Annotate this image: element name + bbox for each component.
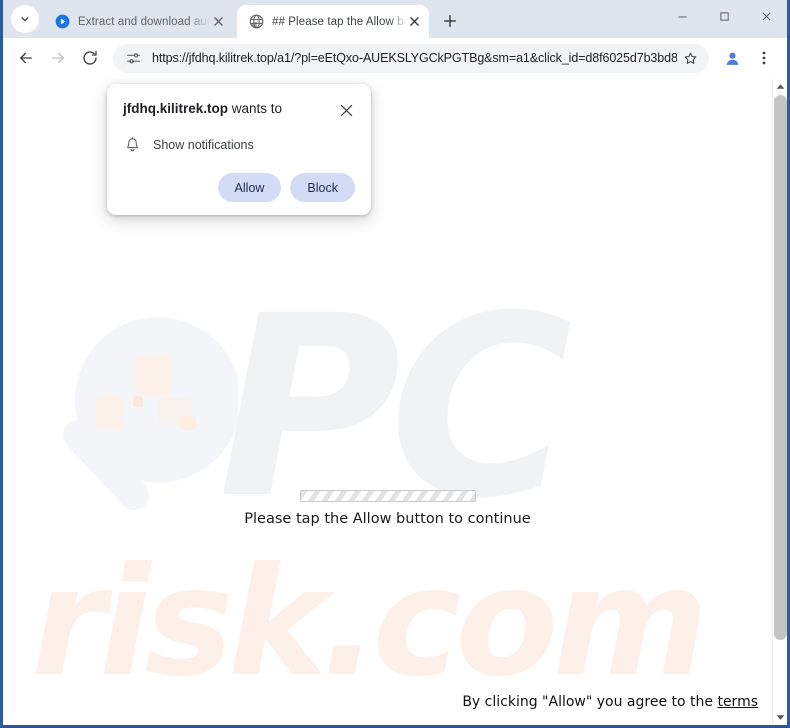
globe-icon bbox=[248, 14, 264, 30]
loader-message: Please tap the Allow button to continue bbox=[244, 511, 531, 527]
scrollbar-thumb[interactable] bbox=[774, 95, 787, 640]
window-minimize-button[interactable] bbox=[661, 0, 703, 32]
pcrisk-domain-watermark: risk.com bbox=[31, 536, 709, 710]
close-icon bbox=[340, 104, 352, 116]
profile-avatar-icon bbox=[726, 52, 738, 65]
address-bar[interactable]: https://jfdhq.kilitrek.top/a1/?pl=eEtQxo… bbox=[113, 43, 709, 73]
arrow-right-icon bbox=[52, 52, 64, 64]
tab-strip: Extract and download audio an ## Please … bbox=[3, 0, 787, 38]
tab-title: ## Please tap the Allow button bbox=[272, 15, 406, 28]
chrome-menu-button[interactable] bbox=[749, 43, 779, 73]
minimize-icon bbox=[677, 15, 687, 17]
permission-request-row: Show notifications bbox=[123, 136, 355, 154]
terms-notice-text: By clicking "Allow" you agree to the bbox=[462, 694, 718, 710]
terms-link[interactable]: terms bbox=[717, 694, 758, 710]
permission-dialog-close-button[interactable] bbox=[337, 101, 355, 119]
chevron-down-icon bbox=[21, 17, 29, 22]
permission-request-label: Show notifications bbox=[153, 138, 254, 152]
permission-title-suffix: wants to bbox=[228, 101, 283, 116]
content-viewport: PC risk.com Please tap the Allow button … bbox=[3, 78, 787, 725]
page-scrollbar[interactable] bbox=[772, 78, 787, 725]
notification-permission-dialog: jfdhq.kilitrek.top wants to Show notific… bbox=[107, 84, 371, 215]
tab-title: Extract and download audio an bbox=[78, 15, 210, 28]
star-icon bbox=[684, 52, 696, 64]
tab-close-button[interactable] bbox=[406, 13, 423, 30]
scroll-up-button[interactable] bbox=[773, 78, 787, 94]
tab-search-button[interactable] bbox=[11, 5, 39, 33]
permission-origin: jfdhq.kilitrek.top bbox=[123, 101, 229, 116]
back-button[interactable] bbox=[11, 43, 41, 73]
reload-icon bbox=[83, 50, 97, 65]
window-close-button[interactable] bbox=[745, 0, 787, 32]
allow-button[interactable]: Allow bbox=[217, 173, 282, 202]
tab-please-tap-allow[interactable]: ## Please tap the Allow button bbox=[237, 5, 429, 38]
arrow-left-icon bbox=[20, 52, 32, 64]
window-maximize-button[interactable] bbox=[703, 0, 745, 32]
permission-dialog-title: jfdhq.kilitrek.top wants to bbox=[123, 100, 290, 118]
terms-notice: By clicking "Allow" you agree to the ter… bbox=[462, 694, 758, 710]
progress-bar bbox=[299, 490, 476, 502]
play-circle-icon bbox=[54, 14, 70, 30]
tab-extract-audio[interactable]: Extract and download audio an bbox=[43, 5, 233, 38]
tab-close-button[interactable] bbox=[210, 13, 227, 30]
site-settings-icon[interactable] bbox=[123, 48, 143, 68]
loader-block: Please tap the Allow button to continue bbox=[3, 490, 772, 527]
window-controls bbox=[661, 0, 787, 32]
browser-window: Extract and download audio an ## Please … bbox=[0, 0, 790, 728]
more-vertical-icon bbox=[762, 51, 766, 65]
maximize-icon bbox=[719, 11, 729, 21]
scroll-down-button[interactable] bbox=[773, 709, 787, 725]
block-button[interactable]: Block bbox=[290, 173, 355, 202]
plus-icon bbox=[444, 15, 456, 27]
forward-button[interactable] bbox=[43, 43, 73, 73]
bookmark-button[interactable] bbox=[677, 45, 703, 71]
new-tab-button[interactable] bbox=[436, 7, 464, 35]
reload-button[interactable] bbox=[75, 43, 105, 73]
address-bar-url: https://jfdhq.kilitrek.top/a1/?pl=eEtQxo… bbox=[152, 51, 677, 65]
profile-button[interactable] bbox=[717, 43, 747, 73]
permission-dialog-actions: Allow Block bbox=[123, 173, 355, 202]
caret-up-icon bbox=[776, 83, 785, 89]
bell-icon bbox=[123, 136, 141, 154]
caret-down-icon bbox=[776, 714, 785, 720]
close-icon bbox=[761, 11, 771, 21]
permission-dialog-header: jfdhq.kilitrek.top wants to bbox=[123, 100, 355, 119]
browser-toolbar: https://jfdhq.kilitrek.top/a1/?pl=eEtQxo… bbox=[3, 38, 787, 78]
